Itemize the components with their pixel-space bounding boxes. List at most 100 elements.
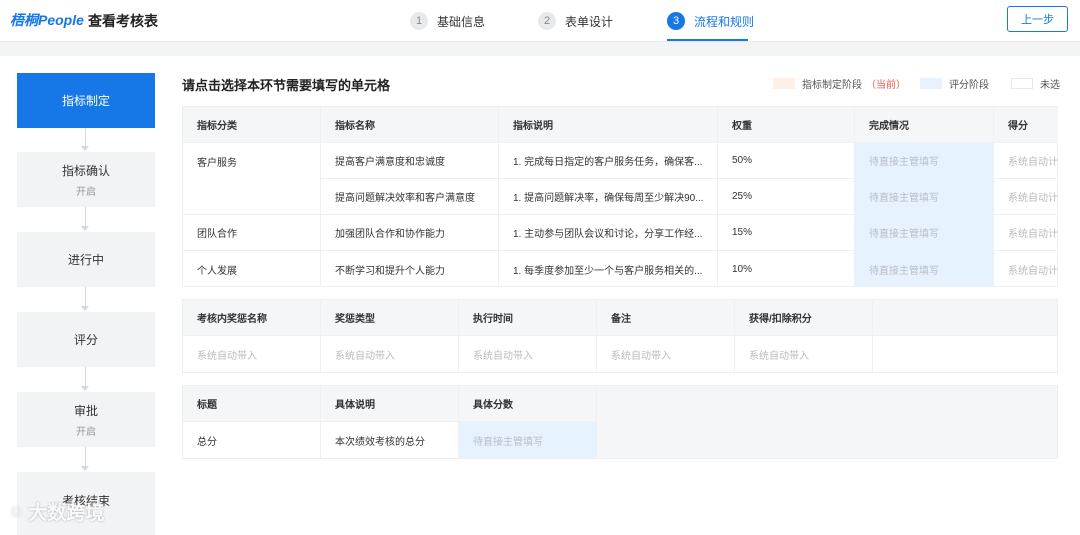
flow-node-status: 开启 <box>76 186 96 198</box>
watermark: ☺ 大数跨境 <box>8 498 104 525</box>
column-header: 指标说明 <box>499 107 718 143</box>
cell-category[interactable]: 客户服务 <box>183 143 321 179</box>
cell-title[interactable]: 总分 <box>183 422 321 458</box>
step-number: 3 <box>667 12 685 30</box>
step-process-rules[interactable]: 3 流程和规则 <box>667 10 754 32</box>
flow-arrow-icon <box>81 146 89 151</box>
table-row[interactable]: 系统自动带入 系统自动带入 系统自动带入 系统自动带入 系统自动带入 <box>183 336 873 372</box>
cell-auto[interactable]: 系统自动带入 <box>459 336 597 372</box>
column-header: 指标名称 <box>321 107 499 143</box>
flow-arrow-icon <box>81 226 89 231</box>
flow-node-label: 评分 <box>73 333 98 347</box>
cell-desc[interactable]: 1. 主动参与团队会议和讨论，分享工作经... <box>499 215 718 251</box>
table-row[interactable]: 团队合作 加强团队合作和协作能力 1. 主动参与团队会议和讨论，分享工作经...… <box>183 215 1058 251</box>
cell-name[interactable]: 提高问题解决效率和客户满意度 <box>321 179 499 215</box>
flow-node-label: 审批 <box>73 403 98 418</box>
cell-score[interactable]: 系统自动计算 <box>994 179 1058 215</box>
column-header: 权重 <box>718 107 855 143</box>
legend-unselected: 未选 <box>1011 76 1060 91</box>
flow-node-scoring[interactable]: 评分 <box>17 312 155 367</box>
flow-node-define[interactable]: 指标制定 <box>17 73 155 128</box>
table-row[interactable]: 客户服务 提高客户满意度和忠诚度 1. 完成每日指定的客户服务任务，确保客...… <box>183 143 1058 179</box>
flow-node-label: 指标制定 <box>61 94 110 108</box>
reward-penalty-table: 考核内奖惩名称 奖惩类型 执行时间 备注 获得/扣除积分 系统自动带入 系统自动… <box>182 299 1058 373</box>
flow-connector <box>85 287 86 306</box>
watermark-logo-icon: ☺ <box>8 502 25 520</box>
table-row[interactable]: 总分 本次绩效考核的总分 待直接主管填写 <box>183 422 597 458</box>
step-label: 表单设计 <box>565 14 614 29</box>
cell-category[interactable]: 团队合作 <box>183 215 321 251</box>
column-header: 具体说明 <box>321 386 459 422</box>
cell-auto[interactable]: 系统自动带入 <box>183 336 321 372</box>
cell-auto[interactable]: 系统自动带入 <box>735 336 873 372</box>
column-header: 标题 <box>183 386 321 422</box>
cell-desc[interactable]: 本次绩效考核的总分 <box>321 422 459 458</box>
flow-arrow-icon <box>81 306 89 311</box>
column-header: 完成情况 <box>855 107 994 143</box>
cell-completion[interactable]: 待直接主管填写 <box>855 251 994 287</box>
cell-score[interactable]: 系统自动计算 <box>994 215 1058 251</box>
phase-define-swatch <box>773 78 795 89</box>
step-label: 基础信息 <box>437 14 486 29</box>
legend-label: 评分阶段 <box>949 80 989 91</box>
table-row[interactable]: 个人发展 不断学习和提升个人能力 1. 每季度参加至少一个与客户服务相关的...… <box>183 251 1058 287</box>
page-title: 查看考核表 <box>88 13 158 29</box>
cell-weight[interactable]: 10% <box>718 251 855 287</box>
flow-node-confirm[interactable]: 指标确认 开启 <box>17 152 155 207</box>
step-label: 流程和规则 <box>694 14 755 29</box>
legend-phase-score: 评分阶段 <box>920 76 989 91</box>
cell-weight[interactable]: 25% <box>718 179 855 215</box>
cell-completion[interactable]: 待直接主管填写 <box>855 143 994 179</box>
cell-desc[interactable]: 1. 完成每日指定的客户服务任务，确保客... <box>499 143 718 179</box>
column-header: 奖惩类型 <box>321 300 459 336</box>
cell-score[interactable]: 系统自动计算 <box>994 143 1058 179</box>
indicator-table: 指标分类 指标名称 指标说明 权重 完成情况 得分 客户服务 提高客户满意度和忠… <box>182 106 1058 287</box>
column-header: 指标分类 <box>183 107 321 143</box>
flow-panel: 指标制定 指标确认 开启 进行中 评分 审批 开启 考核结束 <box>0 56 170 535</box>
column-header: 得分 <box>994 107 1058 143</box>
cell-name[interactable]: 提高客户满意度和忠诚度 <box>321 143 499 179</box>
cell-weight[interactable]: 50% <box>718 143 855 179</box>
legend-label: 未选 <box>1040 80 1060 91</box>
cell-completion[interactable]: 待直接主管填写 <box>855 179 994 215</box>
flow-connector <box>85 447 86 466</box>
flow-connector <box>85 367 86 386</box>
step-basic-info[interactable]: 1 基础信息 <box>410 10 485 32</box>
cell-desc[interactable]: 1. 提高问题解决率，确保每周至少解决90... <box>499 179 718 215</box>
flow-arrow-icon <box>81 386 89 391</box>
main-panel: 请点击选择本环节需要填写的单元格 指标制定阶段 （当前） 评分阶段 未选 指标分… <box>170 56 1080 535</box>
cell-auto[interactable]: 系统自动带入 <box>597 336 735 372</box>
cell-weight[interactable]: 15% <box>718 215 855 251</box>
top-header: 梧桐People 查看考核表 1 基础信息 2 表单设计 3 流程和规则 上一步 <box>0 0 1080 42</box>
prev-step-button[interactable]: 上一步 <box>1007 6 1068 32</box>
cell-auto[interactable]: 系统自动带入 <box>321 336 459 372</box>
legend-label: 指标制定阶段 <box>802 80 862 91</box>
flow-node-in-progress[interactable]: 进行中 <box>17 232 155 287</box>
phase-score-swatch <box>920 78 942 89</box>
table-header-row: 标题 具体说明 具体分数 <box>183 386 597 422</box>
flow-connector <box>85 128 86 146</box>
flow-node-approval[interactable]: 审批 开启 <box>17 392 155 447</box>
flow-node-status: 开启 <box>76 426 96 438</box>
cell-score[interactable]: 系统自动计算 <box>994 251 1058 287</box>
watermark-text: 大数跨境 <box>28 503 105 524</box>
cell-completion[interactable]: 待直接主管填写 <box>855 215 994 251</box>
step-number: 2 <box>538 12 556 30</box>
cell-category[interactable]: 个人发展 <box>183 251 321 287</box>
cell-category[interactable] <box>183 179 321 215</box>
cell-desc[interactable]: 1. 每季度参加至少一个与客户服务相关的... <box>499 251 718 287</box>
header-filler <box>873 300 1057 336</box>
total-score-table: 标题 具体说明 具体分数 总分 本次绩效考核的总分 待直接主管填写 <box>182 385 1058 459</box>
column-header: 具体分数 <box>459 386 597 422</box>
app-logo: 梧桐People <box>10 12 84 28</box>
cell-score-input[interactable]: 待直接主管填写 <box>459 422 597 458</box>
flow-arrow-icon <box>81 466 89 471</box>
cell-name[interactable]: 不断学习和提升个人能力 <box>321 251 499 287</box>
cell-name[interactable]: 加强团队合作和协作能力 <box>321 215 499 251</box>
table-header-row: 指标分类 指标名称 指标说明 权重 完成情况 得分 <box>183 107 1058 143</box>
section-title: 请点击选择本环节需要填写的单元格 <box>182 78 391 93</box>
flow-node-label: 指标确认 <box>61 163 110 178</box>
legend-current-tag: （当前） <box>866 80 906 91</box>
step-form-design[interactable]: 2 表单设计 <box>538 10 613 32</box>
table-row[interactable]: 提高问题解决效率和客户满意度 1. 提高问题解决率，确保每周至少解决90... … <box>183 179 1058 215</box>
